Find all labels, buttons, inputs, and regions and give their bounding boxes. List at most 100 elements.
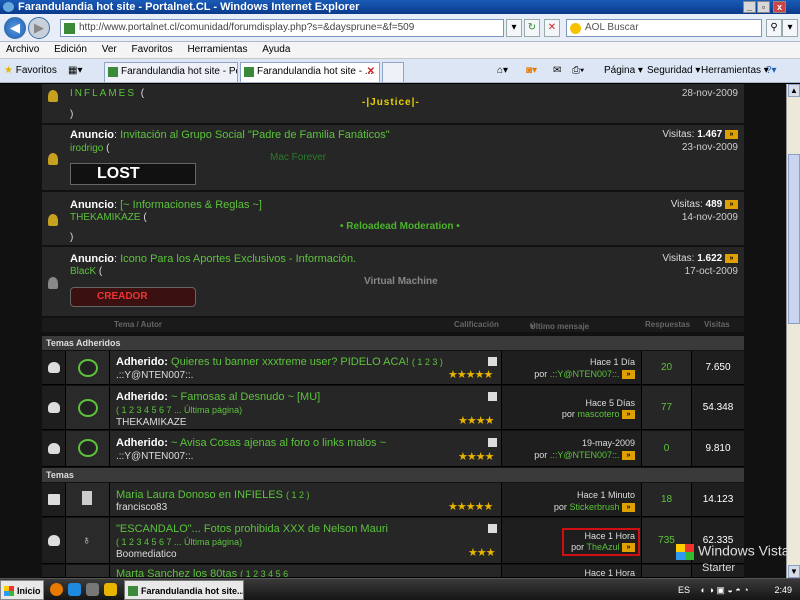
menu-edicion[interactable]: Edición <box>54 44 87 55</box>
favorites-label: Favoritos <box>15 65 57 76</box>
aol-search-icon <box>570 23 581 34</box>
language-indicator[interactable]: ES <box>678 585 690 595</box>
page-favicon <box>64 23 75 34</box>
taskbar-ie-window[interactable]: Farandulandia hot site... <box>124 580 244 600</box>
forward-button[interactable]: ▶ <box>28 17 50 39</box>
search-go-button[interactable]: ⚲ <box>766 19 782 37</box>
page-links[interactable]: ( 1 2 3 ) <box>412 357 443 367</box>
sort-rating-link[interactable]: Calificación <box>454 320 499 329</box>
thread-title-link[interactable]: Maria Laura Donoso en INFIELES <box>116 489 283 501</box>
close-button[interactable]: x <box>773 1 786 13</box>
go-arrow-icon[interactable]: » <box>725 253 738 263</box>
menu-favoritos[interactable]: Favoritos <box>132 44 173 55</box>
replies-count[interactable]: 20 <box>642 362 691 373</box>
announcement-author[interactable]: INFLAMES ( <box>70 88 146 99</box>
announcement-title-link[interactable]: Icono Para los Aportes Exclusivos - Info… <box>120 253 356 265</box>
clock[interactable]: 2:49 <box>774 580 792 600</box>
sort-views-link[interactable]: Visitas <box>704 320 730 329</box>
maximize-button[interactable]: ▫ <box>757 1 770 13</box>
tools-menu-button[interactable]: Herramientas ▾ <box>701 64 769 78</box>
thread-title: Adherido: ~ Avisa Cosas ajenas al foro o… <box>116 437 387 449</box>
announcement-author[interactable]: BlacK ( <box>70 266 102 277</box>
print-icon[interactable]: ⎙▾ <box>572 64 584 78</box>
stop-button[interactable]: ✕ <box>544 19 560 37</box>
menu-ver[interactable]: Ver <box>102 44 117 55</box>
address-dropdown-button[interactable]: ▾ <box>506 19 522 37</box>
last-post-time: 19-may-2009 <box>581 438 635 448</box>
search-input[interactable]: AOL Buscar <box>566 19 762 37</box>
thread-author[interactable]: .::Y@NTEN007::. <box>116 370 193 381</box>
replies-count[interactable]: 77 <box>642 402 691 413</box>
go-arrow-icon[interactable]: » <box>622 503 635 513</box>
last-post-user: por .::Y@NTEN007::. » <box>534 369 635 380</box>
page-links[interactable]: ( 1 2 3 4 5 6 7 ... Última página) <box>116 405 242 415</box>
thread-title-link[interactable]: Quieres tu banner xxxtreme user? PIDELO … <box>171 356 409 368</box>
new-tab-button[interactable] <box>382 62 404 82</box>
menu-ayuda[interactable]: Ayuda <box>262 44 290 55</box>
thread-title-link[interactable]: ~ Avisa Cosas ajenas al foro o links mal… <box>171 437 386 449</box>
go-arrow-icon[interactable]: » <box>725 199 738 209</box>
mail-icon[interactable]: ✉ <box>553 64 561 78</box>
scroll-thumb[interactable] <box>788 154 800 324</box>
announcement-date: 23-nov-2009 <box>681 142 738 153</box>
replies-count[interactable]: 0 <box>642 443 691 454</box>
page-menu-button[interactable]: Página ▾ <box>604 64 643 78</box>
thread-author[interactable]: francisco83 <box>116 502 167 513</box>
go-arrow-icon[interactable]: » <box>725 129 738 139</box>
ie-quicklaunch-icon[interactable] <box>68 583 81 596</box>
thread-author[interactable]: Boomediatico <box>116 549 177 560</box>
user-icon <box>48 214 58 226</box>
menu-herramientas[interactable]: Herramientas <box>187 44 247 55</box>
announcement-author[interactable]: irodrigo ( <box>70 143 109 154</box>
page-links[interactable]: ( 1 2 3 4 5 6 <box>240 569 288 577</box>
sort-topic-link[interactable]: Tema / Autor <box>114 320 162 329</box>
last-post-time: Hace 1 Minuto <box>576 490 635 500</box>
media-icon[interactable] <box>104 583 117 596</box>
go-arrow-icon[interactable]: » <box>622 370 635 380</box>
address-input[interactable]: http://www.portalnet.cl/comunidad/forumd… <box>60 19 504 37</box>
announcement-title-link[interactable]: [~ Informaciones & Reglas ~] <box>120 199 262 211</box>
last-post-time: Hace 5 Días <box>585 398 635 408</box>
poll-icon <box>78 399 98 417</box>
start-button[interactable]: Inicio <box>0 580 44 600</box>
page-links[interactable]: ( 1 2 ) <box>286 490 310 500</box>
help-icon[interactable]: ?▾ <box>766 64 777 78</box>
sort-replies-link[interactable]: Respuestas <box>645 320 690 329</box>
thread-author[interactable]: THEKAMIKAZE <box>116 417 187 428</box>
page-links[interactable]: ( 1 2 3 4 5 6 7 ... Última página) <box>116 537 242 547</box>
go-arrow-icon[interactable]: » <box>622 410 635 420</box>
feeds-icon[interactable]: ◙▾ <box>526 64 537 78</box>
home-icon[interactable]: ⌂▾ <box>497 64 508 78</box>
scroll-up-icon[interactable]: ▲ <box>788 84 800 97</box>
favorites-button[interactable]: ★ Favoritos <box>4 64 57 78</box>
tab-label: Farandulandia hot site - ... <box>257 66 374 77</box>
thread-title-link[interactable]: ~ Famosas al Desnudo ~ [MU] <box>171 391 320 403</box>
refresh-button[interactable]: ↻ <box>524 19 540 37</box>
minimize-button[interactable]: _ <box>743 1 756 13</box>
announcement-title-link[interactable]: Invitación al Grupo Social "Padre de Fam… <box>120 129 390 141</box>
thread-title: Adherido: Quieres tu banner xxxtreme use… <box>116 356 443 368</box>
announcement-row: INFLAMES ( -|Justice|- ) 28-nov-2009 <box>42 84 744 124</box>
security-menu-button[interactable]: Seguridad ▾ <box>647 64 700 78</box>
thread-title-link[interactable]: "ESCANDALO"... Fotos prohibida XXX de Ne… <box>116 523 388 535</box>
announcement-author[interactable]: THEKAMIKAZE ( <box>70 212 147 223</box>
go-arrow-icon[interactable]: » <box>622 451 635 461</box>
firefox-icon[interactable] <box>50 583 63 596</box>
tab-farandulandia-2[interactable]: Farandulandia hot site - ... ✕ <box>240 62 380 82</box>
table-row: Adherido: Quieres tu banner xxxtreme use… <box>42 351 744 385</box>
tray-icons[interactable]: ◐ ◑ ▣ ◒ ◓ ◔ <box>701 585 749 595</box>
desktop-icon[interactable] <box>86 583 99 596</box>
user-icon <box>48 153 58 165</box>
search-options-button[interactable]: ▾ <box>782 19 798 37</box>
thread-author[interactable]: .::Y@NTEN007::. <box>116 451 193 462</box>
back-button[interactable]: ◀ <box>4 17 26 39</box>
scroll-down-icon[interactable]: ▼ <box>788 565 800 578</box>
menu-archivo[interactable]: Archivo <box>6 44 39 55</box>
tab-farandulandia-1[interactable]: Farandulandia hot site - Port... <box>104 62 238 82</box>
close-tab-icon[interactable]: ✕ <box>367 63 375 81</box>
quick-tabs-button[interactable]: ▦▾ <box>68 64 82 78</box>
replies-count[interactable]: 18 <box>642 494 691 505</box>
red-highlight-box <box>562 528 640 556</box>
vertical-scrollbar[interactable]: ▲ ▼ <box>786 84 800 578</box>
thread-title-link[interactable]: Marta Sanchez los 80tas <box>116 568 237 577</box>
